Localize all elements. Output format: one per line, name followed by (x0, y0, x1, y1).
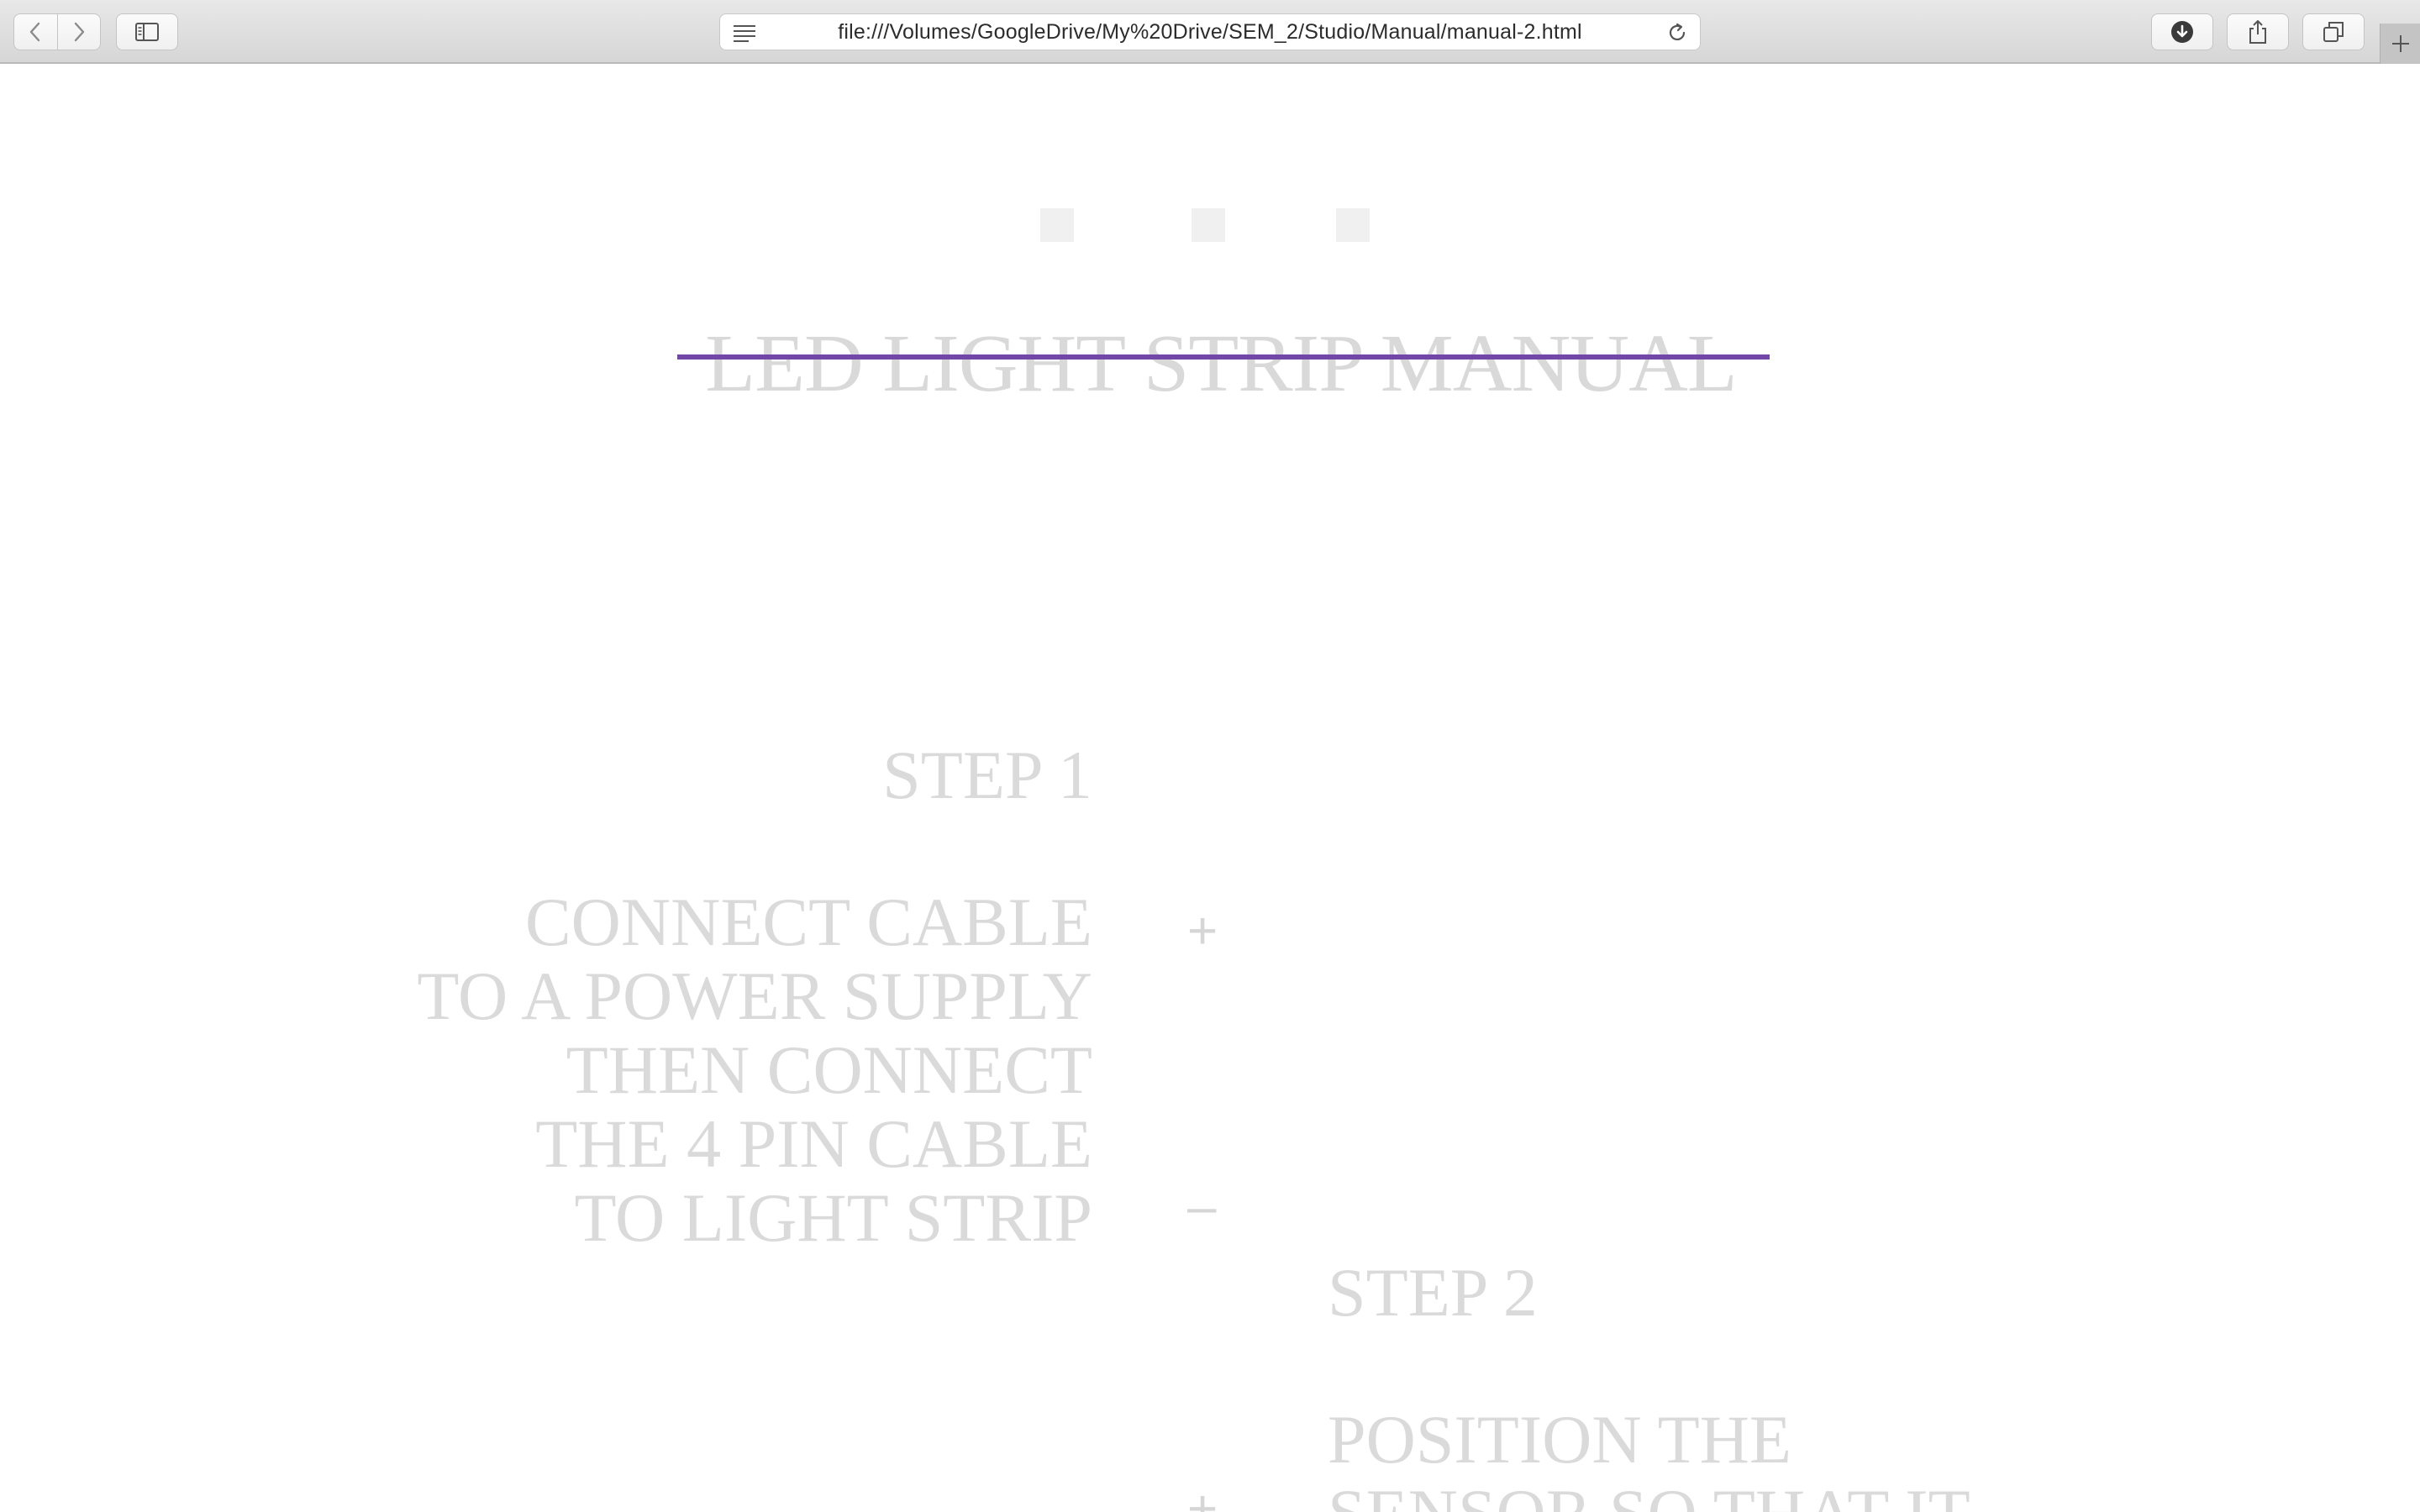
share-button[interactable] (2227, 13, 2289, 50)
page-title: LED LIGHT STRIP MANUAL (705, 318, 1737, 409)
decorative-square (1192, 208, 1225, 242)
plus-icon (2391, 35, 2409, 52)
minus-symbol: – (1187, 1178, 1217, 1236)
navigation-buttons (13, 13, 101, 50)
url-text[interactable]: file:///Volumes/GoogleDrive/My%20Drive/S… (720, 14, 1700, 50)
plus-symbol: + (1187, 902, 1218, 960)
decorative-square (1336, 208, 1370, 242)
reload-icon[interactable] (1666, 22, 1688, 44)
chevron-right-icon (74, 22, 84, 42)
download-icon (2171, 21, 2193, 43)
downloads-button[interactable] (2151, 13, 2213, 50)
new-tab-button[interactable] (2380, 24, 2420, 64)
tabs-overview-button[interactable] (2302, 13, 2365, 50)
browser-toolbar: file:///Volumes/GoogleDrive/My%20Drive/S… (0, 0, 2420, 64)
plus-symbol: + (1187, 1480, 1218, 1512)
forward-button[interactable] (56, 14, 101, 50)
decorative-square (1040, 208, 1074, 242)
page-content: LED LIGHT STRIP MANUAL STEP 1 CONNECT CA… (0, 66, 2420, 1512)
tabs-icon (2323, 22, 2344, 42)
address-bar[interactable]: file:///Volumes/GoogleDrive/My%20Drive/S… (719, 13, 1701, 50)
step2-text: POSITION THE SENSOR SO THAT IT (1328, 1401, 1970, 1512)
share-icon (2249, 20, 2266, 44)
step2-heading: STEP 2 (1328, 1254, 1538, 1331)
back-button[interactable] (14, 14, 57, 50)
step1-heading: STEP 1 (882, 737, 1092, 813)
step1-text: CONNECT CABLE TO A POWER SUPPLY THEN CON… (417, 884, 1092, 1256)
sidebar-button[interactable] (116, 13, 178, 50)
chevron-left-icon (30, 22, 40, 42)
sidebar-icon (135, 23, 159, 41)
title-strike-line (677, 354, 1770, 360)
